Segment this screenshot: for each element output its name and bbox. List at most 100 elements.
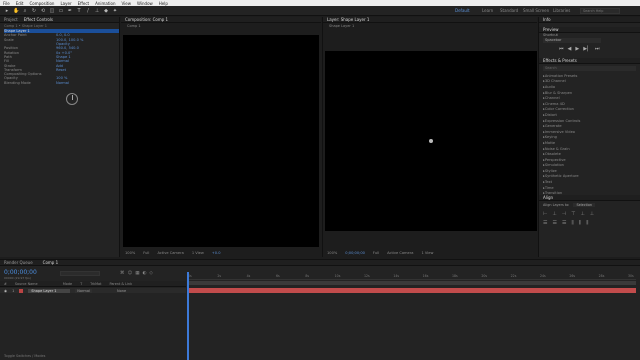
graph-editor-icon[interactable]: ◇ <box>149 271 152 276</box>
orbit-tool-icon[interactable]: ⟲ <box>40 8 46 14</box>
selection-tool-icon[interactable]: ▸ <box>4 8 10 14</box>
composition-canvas[interactable] <box>123 35 319 247</box>
col-source-name[interactable]: Source Name <box>15 282 55 286</box>
comp-camera[interactable]: Active Camera <box>157 251 183 255</box>
time-ruler[interactable]: 0s 2s 4s 6s 8s 10s 12s 14s 16s 18s 20s 22s 24s 26s 28s… <box>188 274 636 280</box>
motion-blur-icon[interactable]: ◐ <box>142 271 146 276</box>
tab-render-queue[interactable]: Render Queue <box>4 260 33 265</box>
type-tool-icon[interactable]: T <box>76 8 82 14</box>
layer-parent[interactable]: None <box>117 289 126 293</box>
property-list: Shape Layer 1 Anchor Point 0.0, 0.0 Scale 10… <box>0 29 119 85</box>
tab-timeline-comp[interactable]: Comp 1 <box>43 260 59 265</box>
right-side-panel: Info Preview Shortcut Spacebar ⏮ ◀ ▶ ▶▏ … <box>538 17 640 257</box>
property-value[interactable]: Reset <box>56 68 66 72</box>
distribute-bottom-icon[interactable]: ☰ <box>562 220 566 226</box>
anchor-point-icon[interactable] <box>429 139 433 143</box>
tab-effects-presets[interactable]: Effects & Presets <box>543 58 577 63</box>
playhead[interactable] <box>187 272 189 360</box>
distribute-left-icon[interactable]: ⫼ <box>571 220 573 226</box>
current-timecode[interactable]: 0;00;00;00 <box>4 269 37 276</box>
pan-behind-tool-icon[interactable]: ◫ <box>49 8 55 14</box>
prev-frame-icon[interactable]: ◀ <box>568 46 572 52</box>
layer-views[interactable]: 1 View <box>421 251 433 255</box>
menu-view[interactable]: View <box>119 1 135 6</box>
workspace-learn[interactable]: Learn <box>482 8 493 13</box>
menu-composition[interactable]: Composition <box>26 1 57 6</box>
menu-edit[interactable]: Edit <box>13 1 27 6</box>
comp-exposure[interactable]: +0.0 <box>212 251 221 255</box>
tab-project[interactable]: Project <box>4 17 18 22</box>
workspace-small-screen[interactable]: Small Screen <box>523 8 549 13</box>
distribute-hcenter-icon[interactable]: ⫼ <box>579 220 581 226</box>
tab-effect-controls[interactable]: Effect Controls <box>24 17 53 22</box>
layer-canvas[interactable] <box>325 51 537 231</box>
property-row[interactable]: Blending Mode Normal <box>4 81 119 85</box>
pen-tool-icon[interactable]: ✒ <box>67 8 73 14</box>
menu-layer[interactable]: Layer <box>57 1 74 6</box>
zoom-tool-icon[interactable]: ⌕ <box>22 8 28 14</box>
distribute-top-icon[interactable]: ☰ <box>543 220 547 226</box>
last-frame-icon[interactable]: ⏭ <box>595 46 600 52</box>
workspace-standard[interactable]: Standard <box>500 8 518 13</box>
align-hcenter-icon[interactable]: ⊥ <box>552 211 556 217</box>
composition-subtab[interactable]: Comp 1 <box>121 23 321 29</box>
menu-file[interactable]: File <box>0 1 13 6</box>
preview-shortcut-select[interactable]: Spacebar <box>543 38 601 43</box>
layer-zoom[interactable]: 100% <box>327 251 337 255</box>
property-value[interactable]: Normal <box>56 81 69 85</box>
layer-viewer-subtab[interactable]: Shape Layer 1 <box>323 23 537 29</box>
ruler-tick-label: 12s <box>364 274 370 278</box>
effects-category-label: Stylize <box>544 168 557 173</box>
rotate-tool-icon[interactable]: ↻ <box>31 8 37 14</box>
tab-align[interactable]: Align <box>543 195 553 200</box>
layer-timecode[interactable]: 0;00;00;00 <box>345 251 365 255</box>
menu-window[interactable]: Window <box>134 1 156 6</box>
distribute-vcenter-icon[interactable]: ☰ <box>552 220 556 226</box>
visibility-icon[interactable]: ◉ <box>4 289 7 293</box>
layer-resolution[interactable]: Full <box>373 251 379 255</box>
align-left-icon[interactable]: ⊢ <box>543 211 547 217</box>
layer-row[interactable]: ◉ 1 Shape Layer 1 Normal None <box>0 288 186 293</box>
align-top-icon[interactable]: ⊤ <box>571 211 575 217</box>
comp-flowchart-icon[interactable]: ⌘ <box>120 271 125 276</box>
menu-animation[interactable]: Animation <box>92 1 118 6</box>
align-right-icon[interactable]: ⊣ <box>562 211 566 217</box>
rectangle-tool-icon[interactable]: ▭ <box>58 8 64 14</box>
menu-help[interactable]: Help <box>156 1 171 6</box>
eraser-tool-icon[interactable]: ◆ <box>103 8 109 14</box>
timeline-search-input[interactable] <box>60 271 100 276</box>
align-bottom-icon[interactable]: ⊥ <box>590 211 594 217</box>
puppet-tool-icon[interactable]: ✦ <box>112 8 118 14</box>
work-area-bar[interactable] <box>188 281 636 285</box>
tab-layer-viewer[interactable]: Layer: Shape Layer 1 <box>327 17 369 22</box>
timeline-footer[interactable]: Toggle Switches / Modes <box>0 354 186 358</box>
frame-blending-icon[interactable]: ▦ <box>135 271 139 276</box>
layer-camera[interactable]: Active Camera <box>387 251 413 255</box>
layer-label-color[interactable] <box>19 288 24 293</box>
hand-tool-icon[interactable]: ✋ <box>13 8 19 14</box>
brush-tool-icon[interactable]: / <box>85 8 91 14</box>
menu-effect[interactable]: Effect <box>75 1 93 6</box>
rotation-dial[interactable] <box>66 93 78 105</box>
layer-mode[interactable]: Normal <box>75 288 92 293</box>
clone-stamp-tool-icon[interactable]: ⊥ <box>94 8 100 14</box>
comp-views[interactable]: 1 View <box>192 251 204 255</box>
help-search-input[interactable]: Search Help <box>580 8 620 14</box>
comp-zoom[interactable]: 100% <box>125 251 135 255</box>
tab-composition[interactable]: Composition: Comp 1 <box>125 17 168 22</box>
tab-info[interactable]: Info <box>543 17 551 22</box>
tab-preview[interactable]: Preview <box>543 27 559 32</box>
workspace-default[interactable]: Default <box>455 8 470 13</box>
comp-resolution[interactable]: Full <box>143 251 149 255</box>
first-frame-icon[interactable]: ⏮ <box>559 46 564 52</box>
play-icon[interactable]: ▶ <box>575 46 579 52</box>
layer-name[interactable]: Shape Layer 1 <box>28 288 71 293</box>
shy-icon[interactable]: ☺ <box>128 271 133 276</box>
distribute-right-icon[interactable]: ⫼ <box>586 220 588 226</box>
align-vcenter-icon[interactable]: ⊥ <box>580 211 584 217</box>
next-frame-icon[interactable]: ▶▏ <box>583 46 591 52</box>
layer-duration-bar[interactable] <box>188 288 636 293</box>
workspace-libraries[interactable]: Libraries <box>553 8 570 13</box>
effects-search-input[interactable]: Search <box>543 66 636 71</box>
align-to-select[interactable]: Selection <box>573 203 596 207</box>
